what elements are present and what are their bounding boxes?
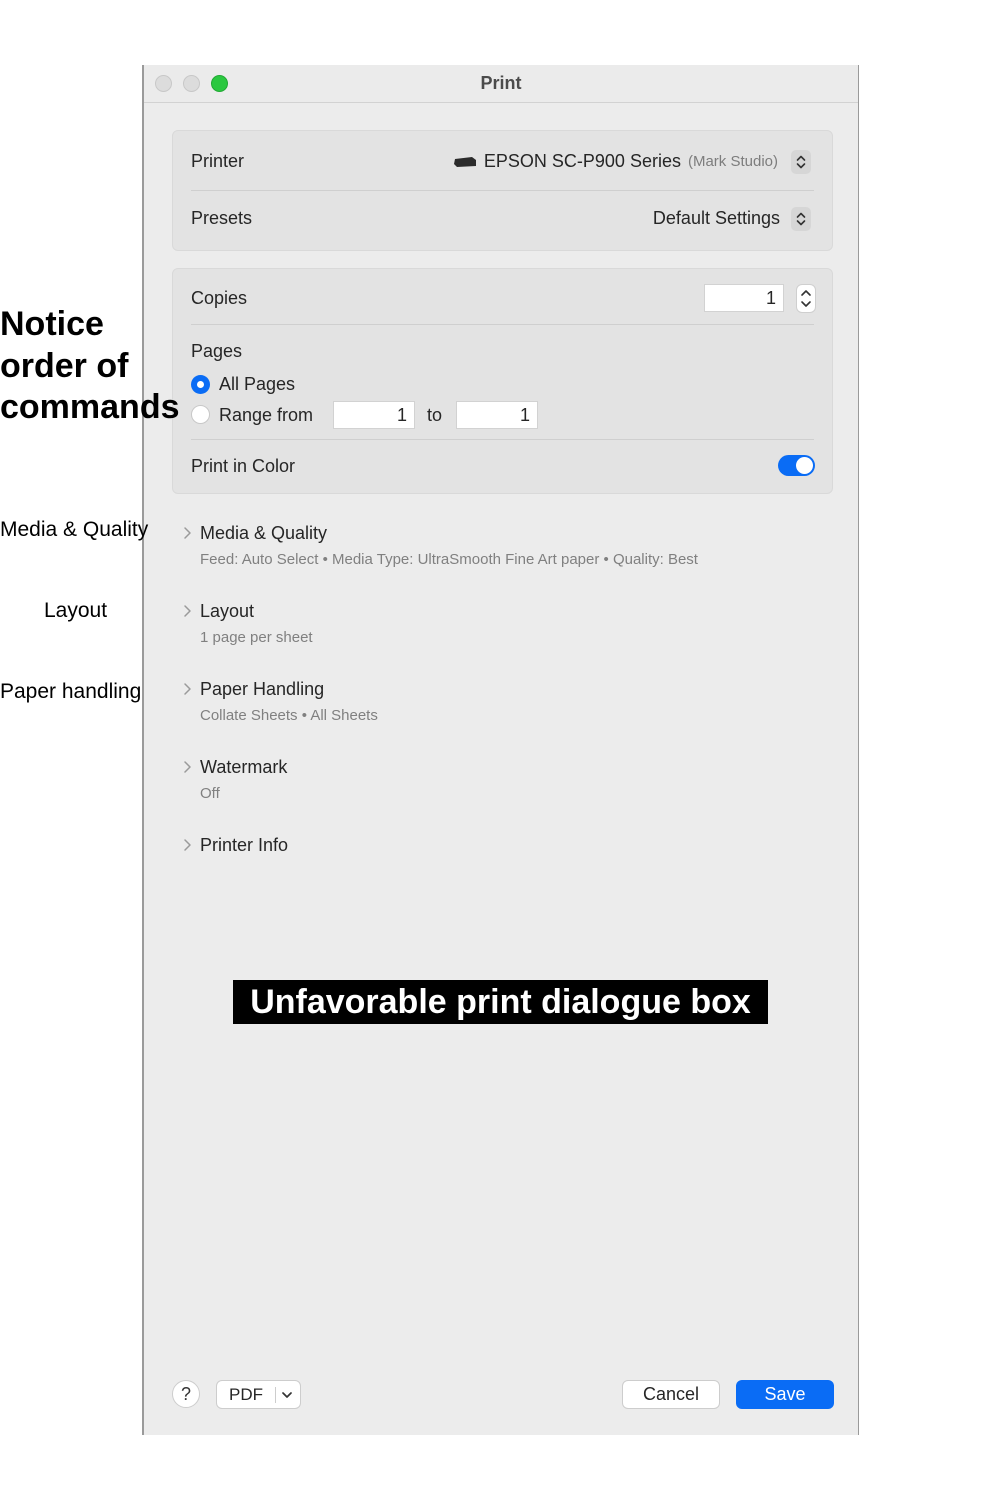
chevron-right-icon: [184, 839, 191, 851]
all-pages-label[interactable]: All Pages: [219, 374, 295, 395]
printer-presets-panel: Printer EPSON SC-P900 Series (Mark Studi…: [172, 130, 833, 251]
caption-banner: Unfavorable print dialogue box: [233, 980, 768, 1024]
save-button[interactable]: Save: [736, 1380, 834, 1409]
printer-icon: [453, 156, 476, 167]
chevron-right-icon: [184, 761, 191, 773]
copies-input[interactable]: 1: [704, 284, 784, 312]
printer-location: (Mark Studio): [687, 153, 778, 170]
divider: [191, 439, 814, 440]
range-to-input[interactable]: 1: [456, 401, 538, 429]
window-title: Print: [480, 73, 522, 93]
section-title: Watermark: [200, 757, 288, 777]
print-in-color-label: Print in Color: [191, 456, 296, 476]
copies-stepper[interactable]: [796, 284, 816, 313]
section-summary: Off: [200, 785, 220, 802]
print-in-color-toggle[interactable]: [778, 455, 815, 476]
toggle-knob: [796, 457, 813, 474]
section-title: Paper Handling: [200, 679, 325, 699]
pdf-label: PDF: [229, 1385, 263, 1404]
presets-select[interactable]: Default Settings: [653, 208, 780, 229]
range-radio[interactable]: [191, 405, 210, 424]
annotation-media-quality: Media & Quality: [0, 518, 149, 541]
section-summary: Collate Sheets • All Sheets: [200, 707, 378, 724]
section-summary: 1 page per sheet: [200, 629, 313, 646]
notice-annotation: Notice order of commands: [0, 305, 180, 426]
help-button[interactable]: ?: [172, 1380, 200, 1408]
annotation-paper-handling: Paper handling: [0, 680, 142, 703]
cancel-button[interactable]: Cancel: [622, 1380, 720, 1409]
divider: [191, 190, 814, 191]
presets-select-chevrons-icon[interactable]: [791, 207, 811, 231]
section-title: Printer Info: [200, 835, 289, 855]
pages-label: Pages: [191, 341, 243, 361]
pdf-menu-button[interactable]: PDF: [216, 1380, 301, 1409]
divider: [275, 1387, 276, 1403]
all-pages-radio[interactable]: [191, 375, 210, 394]
section-title: Layout: [200, 601, 255, 621]
title-bar: Print: [144, 65, 858, 103]
chevron-right-icon: [184, 605, 191, 617]
chevron-down-icon: [282, 1392, 292, 1398]
range-to-label: to: [427, 405, 443, 425]
printer-label: Printer: [191, 151, 245, 171]
copies-pages-panel: Copies 1 Pages All Pages Range from 1 to…: [172, 268, 833, 494]
section-summary: Feed: Auto Select • Media Type: UltraSmo…: [200, 551, 698, 568]
range-from-input[interactable]: 1: [333, 401, 415, 429]
range-from-label[interactable]: Range from: [219, 405, 313, 426]
printer-name: EPSON SC-P900 Series: [483, 151, 681, 171]
copies-label: Copies: [191, 288, 248, 308]
section-title: Media & Quality: [200, 523, 328, 543]
printer-select[interactable]: EPSON SC-P900 Series (Mark Studio): [453, 151, 778, 172]
chevron-right-icon: [184, 527, 191, 539]
presets-label: Presets: [191, 208, 253, 228]
chevron-right-icon: [184, 683, 191, 695]
annotation-layout: Layout: [44, 599, 108, 622]
print-dialog-window: Print Printer EPSON SC-P900 Series (Mark…: [142, 65, 859, 1435]
divider: [191, 324, 814, 325]
printer-select-chevrons-icon[interactable]: [791, 150, 811, 174]
